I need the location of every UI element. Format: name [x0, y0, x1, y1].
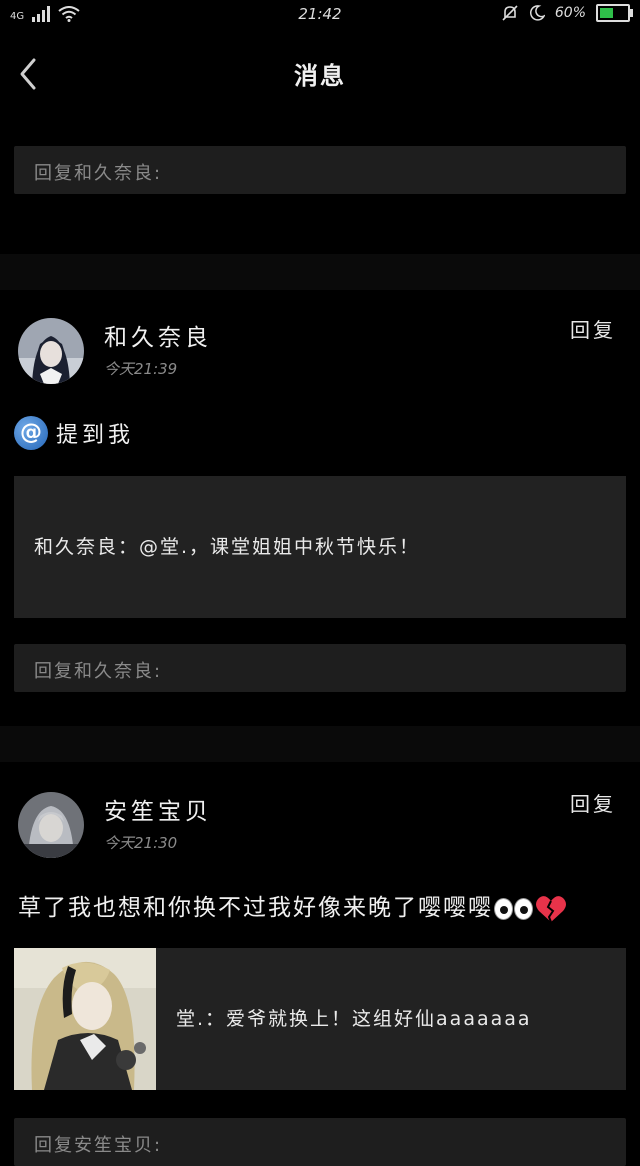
- reply-input[interactable]: 回复和久奈良:: [14, 146, 626, 194]
- reply-input[interactable]: 回复和久奈良:: [14, 644, 626, 692]
- eye-icon: [514, 897, 533, 920]
- battery-percent: 60%: [554, 5, 586, 21]
- quoted-text: 堂.：爱爷就换上！这组好仙aaaaaaa: [176, 1008, 532, 1030]
- moon-icon: [529, 5, 545, 21]
- reply-placeholder: 回复和久奈良:: [34, 661, 163, 682]
- reply-button[interactable]: 回复: [570, 788, 616, 817]
- user-name[interactable]: 安笙宝贝: [104, 792, 212, 826]
- reply-input[interactable]: 回复安笙宝贝:: [14, 1118, 626, 1166]
- avatar[interactable]: [18, 318, 84, 384]
- quoted-message[interactable]: 堂.：爱爷就换上！这组好仙aaaaaaa: [14, 948, 626, 1090]
- page-title: 消息: [294, 62, 346, 90]
- reply-placeholder: 回复安笙宝贝:: [34, 1135, 163, 1156]
- mute-icon: [502, 5, 518, 21]
- post-thumbnail[interactable]: [14, 948, 156, 1090]
- quoted-message[interactable]: 和久奈良：@堂.，课堂姐姐中秋节快乐！: [14, 476, 626, 618]
- battery-icon: [596, 4, 633, 22]
- user-name[interactable]: 和久奈良: [104, 318, 212, 352]
- status-bar: 4G 21:42 60%: [0, 0, 640, 34]
- reply-button[interactable]: 回复: [570, 314, 616, 343]
- reply-placeholder: 回复和久奈良:: [34, 163, 163, 184]
- quoted-text: 和久奈良：@堂.，课堂姐姐中秋节快乐！: [34, 536, 421, 558]
- comment-row: 草了我也想和你换不过我好像来晚了嘤嘤嘤: [18, 888, 567, 923]
- divider: [0, 254, 640, 290]
- message-time: 今天21:30: [104, 834, 178, 852]
- eye-icon: [494, 897, 513, 920]
- divider: [0, 726, 640, 762]
- broken-heart-icon: [536, 895, 566, 922]
- mention-label: 提到我: [56, 423, 135, 448]
- comment-text: 草了我也想和你换不过我好像来晚了嘤嘤嘤: [18, 895, 493, 921]
- at-icon: @: [14, 416, 48, 450]
- message-time: 今天21:39: [104, 360, 178, 378]
- mention-row: @ 提到我: [14, 416, 134, 450]
- nav-bar: 消息: [0, 40, 640, 110]
- avatar[interactable]: [18, 792, 84, 858]
